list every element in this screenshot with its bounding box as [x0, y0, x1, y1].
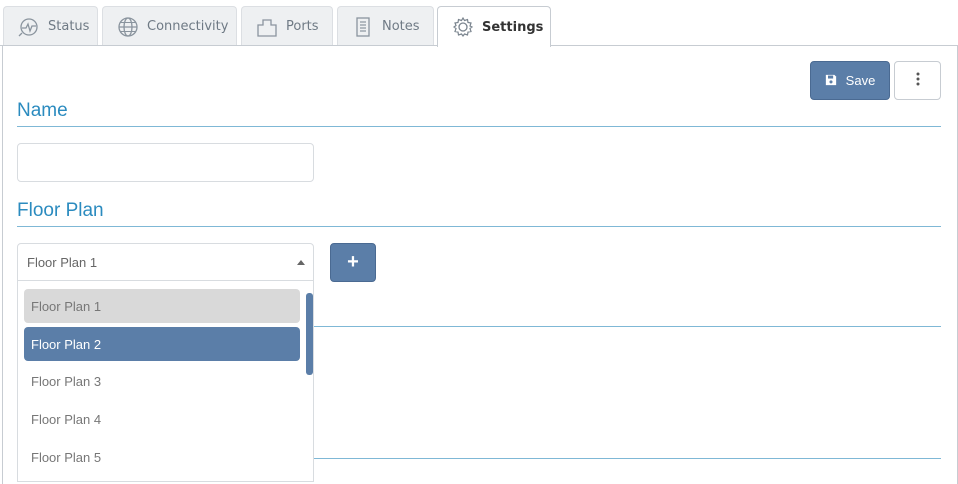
status-pulse-icon [18, 16, 40, 38]
more-options-button[interactable] [894, 61, 941, 100]
globe-icon [117, 16, 139, 38]
plus-icon: + [347, 251, 359, 273]
tab-notes[interactable]: Notes [337, 6, 434, 46]
add-floor-plan-button[interactable]: + [330, 243, 376, 282]
tab-ports[interactable]: Ports [241, 6, 333, 46]
caret-up-icon[interactable] [297, 260, 305, 265]
dropdown-option[interactable]: Floor Plan 4 [24, 402, 300, 436]
dropdown-option[interactable]: Floor Plan 1 [24, 289, 300, 323]
tab-status[interactable]: Status [3, 6, 98, 46]
tab-settings[interactable]: Settings [437, 6, 551, 47]
floor-plan-selected-value: Floor Plan 1 [27, 254, 98, 270]
dropdown-option[interactable]: Floor Plan 2 [24, 327, 300, 361]
tab-label: Connectivity [147, 19, 229, 34]
section-divider [17, 126, 941, 127]
floor-plan-dropdown: Floor Plan 1 Floor Plan 2 Floor Plan 3 F… [17, 281, 314, 482]
name-section-title: Name [17, 100, 68, 121]
tab-connectivity[interactable]: Connectivity [102, 6, 237, 46]
dropdown-option[interactable]: Floor Plan 5 [24, 440, 300, 474]
dropdown-scrollbar[interactable] [306, 293, 313, 375]
floor-plan-select[interactable]: Floor Plan 1 [17, 243, 314, 281]
tab-label: Notes [382, 19, 420, 34]
tab-label: Settings [482, 19, 544, 35]
vertical-ellipsis-icon [916, 72, 920, 89]
dropdown-option[interactable]: Floor Plan 3 [24, 364, 300, 398]
floor-plan-section-title: Floor Plan [17, 200, 104, 221]
tab-label: Status [48, 19, 90, 34]
tab-label: Ports [286, 19, 319, 34]
section-divider [17, 226, 941, 227]
tab-bar: Status Connectivity Ports Notes Settings [0, 0, 958, 47]
save-button[interactable]: Save [810, 61, 890, 100]
name-input[interactable] [17, 143, 314, 182]
floppy-disk-icon [825, 74, 839, 88]
notes-icon [352, 16, 374, 38]
ports-icon [256, 16, 278, 38]
gear-icon [452, 16, 474, 38]
save-button-label: Save [845, 73, 876, 88]
